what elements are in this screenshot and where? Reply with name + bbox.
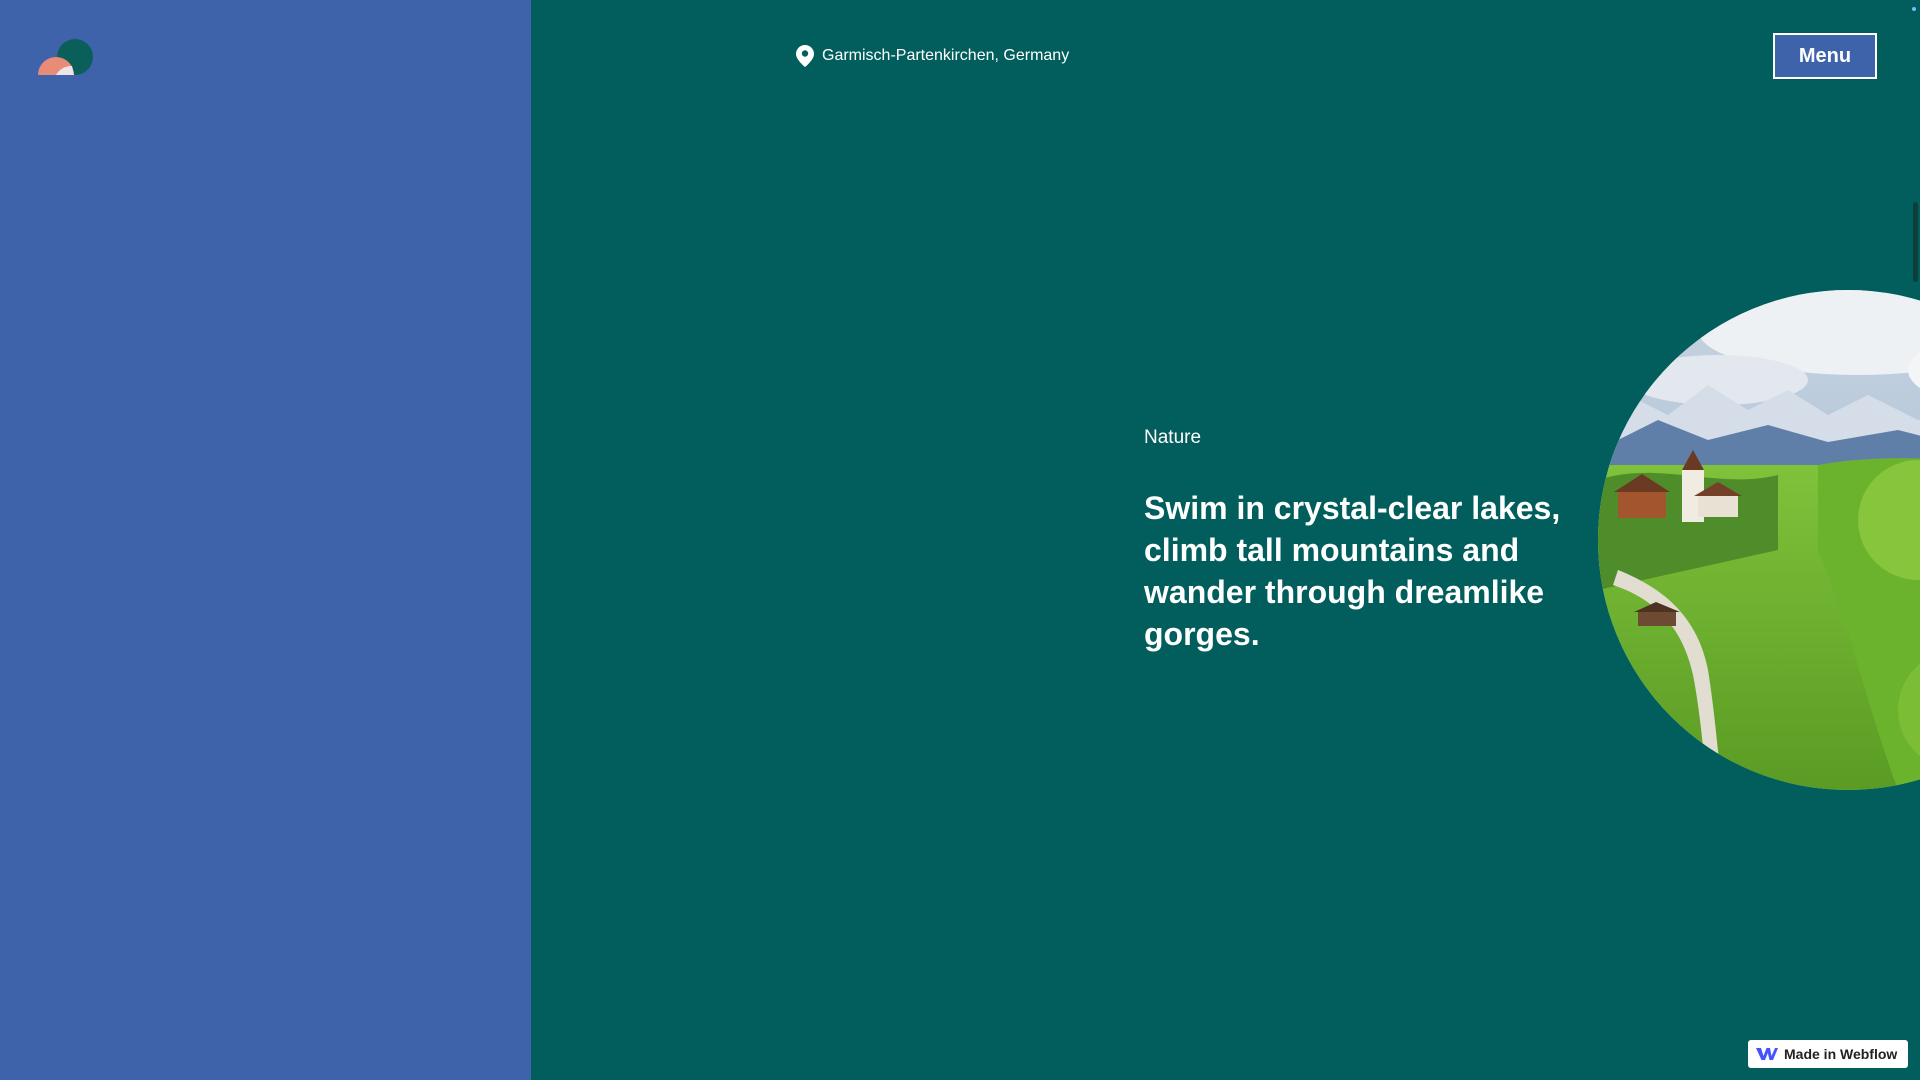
page: Garmisch-Partenkirchen, Germany Menu Nat…: [0, 0, 1920, 1080]
left-panel: [0, 0, 531, 1080]
location-indicator: Garmisch-Partenkirchen, Germany: [796, 45, 1069, 67]
logo-icon[interactable]: [38, 38, 94, 76]
category-label: Nature: [1144, 427, 1202, 448]
location-text: Garmisch-Partenkirchen, Germany: [822, 47, 1070, 64]
webflow-logo-icon: [1756, 1047, 1778, 1061]
corner-dot: [1912, 7, 1916, 11]
scrollbar-thumb[interactable]: [1913, 202, 1918, 282]
map-pin-icon: [796, 45, 814, 67]
headline: Swim in crystal-clear lakes, climb tall …: [1144, 490, 1561, 652]
menu-button[interactable]: Menu: [1773, 33, 1877, 79]
made-in-webflow-badge[interactable]: Made in Webflow: [1748, 1040, 1908, 1068]
badge-label: Made in Webflow: [1784, 1046, 1898, 1062]
